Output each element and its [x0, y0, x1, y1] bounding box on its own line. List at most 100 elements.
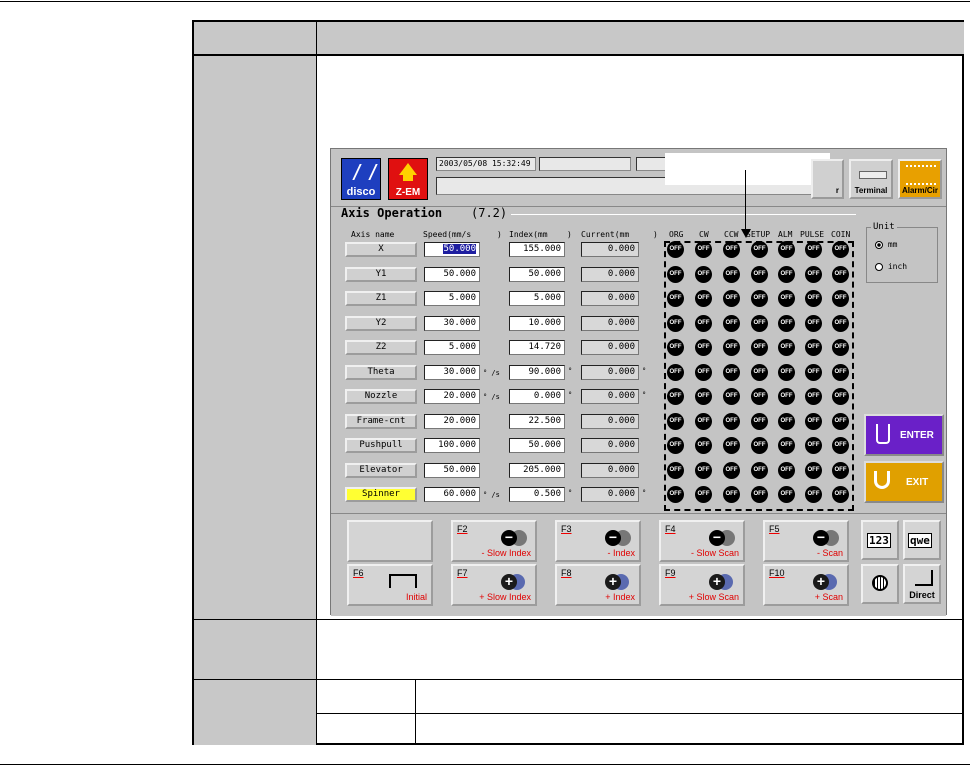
speed-input[interactable]: 100.000 [424, 438, 480, 453]
table-col-divider [316, 22, 317, 745]
axis-operation-screen: disco Z-EM 2003/05/08 15:32:49 r Termina… [330, 148, 947, 616]
current-value: 0.000 [581, 364, 639, 380]
index-input[interactable]: 14.720 [509, 340, 565, 355]
table-label-cell-items [194, 680, 316, 745]
index-unit: ° [568, 489, 573, 497]
exit-icon [874, 471, 890, 489]
index-input[interactable]: 0.000 [509, 389, 565, 404]
screen-version: (7.2) [471, 206, 508, 220]
terminal-button[interactable]: Terminal [849, 159, 893, 199]
datetime-field: 2003/05/08 15:32:49 [436, 157, 536, 171]
plus-circle-icon: + [501, 574, 517, 590]
callout-arrow-icon [741, 229, 751, 238]
disco-logo-text: disco [346, 186, 376, 198]
header-index: Index(mm [509, 230, 548, 239]
fkey-number: F10 [769, 568, 785, 578]
unit-mm-radio[interactable]: mm [875, 240, 897, 249]
current-value: 0.000 [581, 438, 639, 453]
fkey-number: F4 [665, 524, 676, 534]
alarm-clear-button[interactable]: Alarm/Cir [898, 159, 942, 199]
header-alm: ALM [778, 230, 793, 239]
callout-arrow-line [745, 170, 746, 234]
speed-input[interactable]: 5.000 [424, 340, 480, 355]
sign-glyph: − [608, 529, 618, 545]
header-cw: CW [699, 230, 709, 239]
header-ccw: CCW [724, 230, 739, 239]
direct-button[interactable]: Direct [903, 564, 941, 604]
axis-button[interactable]: X [345, 242, 417, 257]
axis-button[interactable]: Y1 [345, 266, 417, 282]
current-value: 0.000 [581, 413, 639, 429]
index-input[interactable]: 90.000 [509, 364, 565, 380]
exit-button[interactable]: EXIT [864, 461, 944, 503]
speed-input[interactable]: 30.000 [424, 364, 480, 380]
index-input[interactable]: 50.000 [509, 266, 565, 282]
direct-button-label: Direct [909, 590, 935, 600]
fkey-f8[interactable]: F8 + + Index [555, 564, 641, 606]
fkey-label: + Index [605, 592, 635, 602]
speed-input[interactable]: 20.000 [424, 389, 480, 404]
fkey-f5[interactable]: F5 − - Scan [763, 520, 849, 562]
fkey-number: F6 [353, 568, 364, 578]
fkey-f10[interactable]: F10 + + Scan [763, 564, 849, 606]
qwerty-keyboard-button[interactable]: qwe [903, 520, 941, 560]
axis-button[interactable]: Y2 [345, 315, 417, 331]
current-value: 0.000 [581, 462, 639, 478]
unit-panel: Unit mm inch [866, 222, 938, 283]
fkey-number: F2 [457, 524, 468, 534]
table-header-cell-right [317, 22, 964, 54]
speed-input[interactable]: 50.000 [424, 266, 480, 282]
fkey-f4[interactable]: F4 − - Slow Scan [659, 520, 745, 562]
speed-input[interactable]: 50.000 [424, 242, 480, 257]
index-input[interactable]: 50.000 [509, 438, 565, 453]
masked-area [665, 153, 830, 185]
zem-logo-button[interactable]: Z-EM [388, 158, 428, 200]
sign-glyph: + [608, 573, 618, 589]
index-input[interactable]: 0.500 [509, 487, 565, 502]
index-input[interactable]: 10.000 [509, 315, 565, 331]
direct-icon [915, 570, 933, 586]
axis-button[interactable]: Z2 [345, 340, 417, 355]
speed-input[interactable]: 5.000 [424, 291, 480, 306]
fkey-number: F5 [769, 524, 780, 534]
axis-button[interactable]: Elevator [345, 462, 417, 478]
index-input[interactable]: 5.000 [509, 291, 565, 306]
sign-glyph: − [816, 529, 826, 545]
fkey-f3[interactable]: F3 − - Index [555, 520, 641, 562]
axis-button[interactable]: Spinner [345, 487, 417, 502]
speed-input[interactable]: 30.000 [424, 315, 480, 331]
axis-button[interactable]: Theta [345, 364, 417, 380]
axis-button[interactable]: Frame-cnt [345, 413, 417, 429]
table-label-cell-desc [194, 619, 316, 679]
numeric-keypad-button[interactable]: 123 [861, 520, 899, 560]
fkey-label: - Scan [816, 548, 843, 558]
fkey-f2[interactable]: F2 − - Slow Index [451, 520, 537, 562]
speed-input[interactable]: 20.000 [424, 413, 480, 429]
enter-button[interactable]: ENTER [864, 414, 944, 456]
radio-empty-icon [875, 262, 883, 271]
speed-value: 5.000 [448, 342, 476, 352]
up-arrow-icon [399, 163, 417, 175]
jog-dial-button[interactable] [861, 564, 899, 604]
blank-key[interactable] [347, 520, 433, 562]
index-input[interactable]: 155.000 [509, 242, 565, 257]
unit-inch-radio[interactable]: inch [875, 262, 907, 271]
header-speed: Speed(mm/s [423, 230, 472, 239]
index-input[interactable]: 205.000 [509, 462, 565, 478]
speed-input[interactable]: 60.000 [424, 487, 480, 502]
axis-button[interactable]: Pushpull [345, 438, 417, 453]
top-rule [0, 1, 970, 2]
sign-glyph: + [504, 573, 514, 589]
header-coin: COIN [831, 230, 851, 239]
axis-button[interactable]: Nozzle [345, 389, 417, 404]
fkey-f6[interactable]: F6 Initial [347, 564, 433, 606]
speed-value: 50.000 [443, 464, 476, 475]
speed-input[interactable]: 50.000 [424, 462, 480, 478]
fkey-f7[interactable]: F7 + + Slow Index [451, 564, 537, 606]
axis-button[interactable]: Z1 [345, 291, 417, 306]
terminal-button-label: Terminal [854, 186, 888, 195]
fkey-f9[interactable]: F9 + + Slow Scan [659, 564, 745, 606]
partial-top-button[interactable]: r [811, 159, 844, 199]
index-unit: ° [568, 391, 573, 399]
index-input[interactable]: 22.500 [509, 413, 565, 429]
